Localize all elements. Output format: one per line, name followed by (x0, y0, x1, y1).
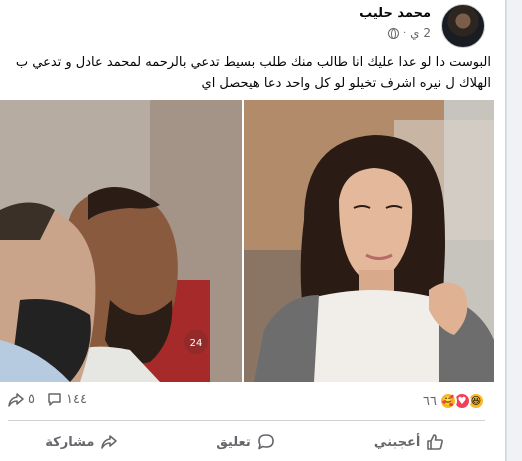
author-name[interactable]: محمد حليب (359, 6, 431, 21)
comment-count-icon (48, 393, 61, 406)
share-count-icon (8, 392, 24, 407)
like-label: أعجبني (373, 434, 421, 450)
image-watermark: 24 (190, 338, 203, 349)
comment-button[interactable]: تعليق (164, 426, 328, 458)
post-header: محمد حليب 2 ي · (185, 4, 485, 48)
post-photos[interactable]: 24 (0, 100, 494, 382)
post-time[interactable]: 2 ي (410, 26, 431, 40)
comments-count[interactable]: ١٤٤ (47, 392, 87, 407)
care-icon: 🥰 (439, 392, 457, 410)
share-label: مشاركة (45, 434, 95, 450)
post-photo-right[interactable] (244, 100, 494, 382)
meta-separator: · (402, 27, 407, 39)
author-avatar[interactable] (441, 4, 485, 48)
post-meta: 2 ي · (387, 26, 431, 40)
post-card: محمد حليب 2 ي · البوست دا لو عدا عليك ان… (0, 0, 506, 461)
post-stats: 😆 ♥ 🥰 ٦٦ ٥ ١٤٤ (0, 392, 491, 416)
post-actions: أعجبني تعليق مشاركة (0, 426, 491, 458)
post-photo-left[interactable]: 24 (0, 100, 242, 382)
reaction-count: ٦٦ (423, 393, 437, 409)
share-icon (101, 435, 118, 449)
share-button[interactable]: مشاركة (0, 426, 164, 458)
shares-count-value: ٥ (28, 392, 35, 407)
reactions-summary[interactable]: 😆 ♥ 🥰 ٦٦ (423, 392, 485, 410)
page-scrollbar[interactable] (506, 0, 522, 461)
shares-count[interactable]: ٥ (8, 392, 35, 407)
action-divider (8, 420, 485, 421)
engagement-counts: ٥ ١٤٤ (8, 392, 87, 407)
comments-count-value: ١٤٤ (65, 392, 87, 407)
thumbs-up-icon (427, 434, 444, 450)
like-button[interactable]: أعجبني (327, 426, 491, 458)
globe-icon (387, 27, 399, 39)
post-text: البوست دا لو عدا عليك انا طالب منك طلب ب… (15, 55, 491, 91)
comment-icon (257, 434, 274, 450)
comment-label: تعليق (216, 434, 251, 450)
